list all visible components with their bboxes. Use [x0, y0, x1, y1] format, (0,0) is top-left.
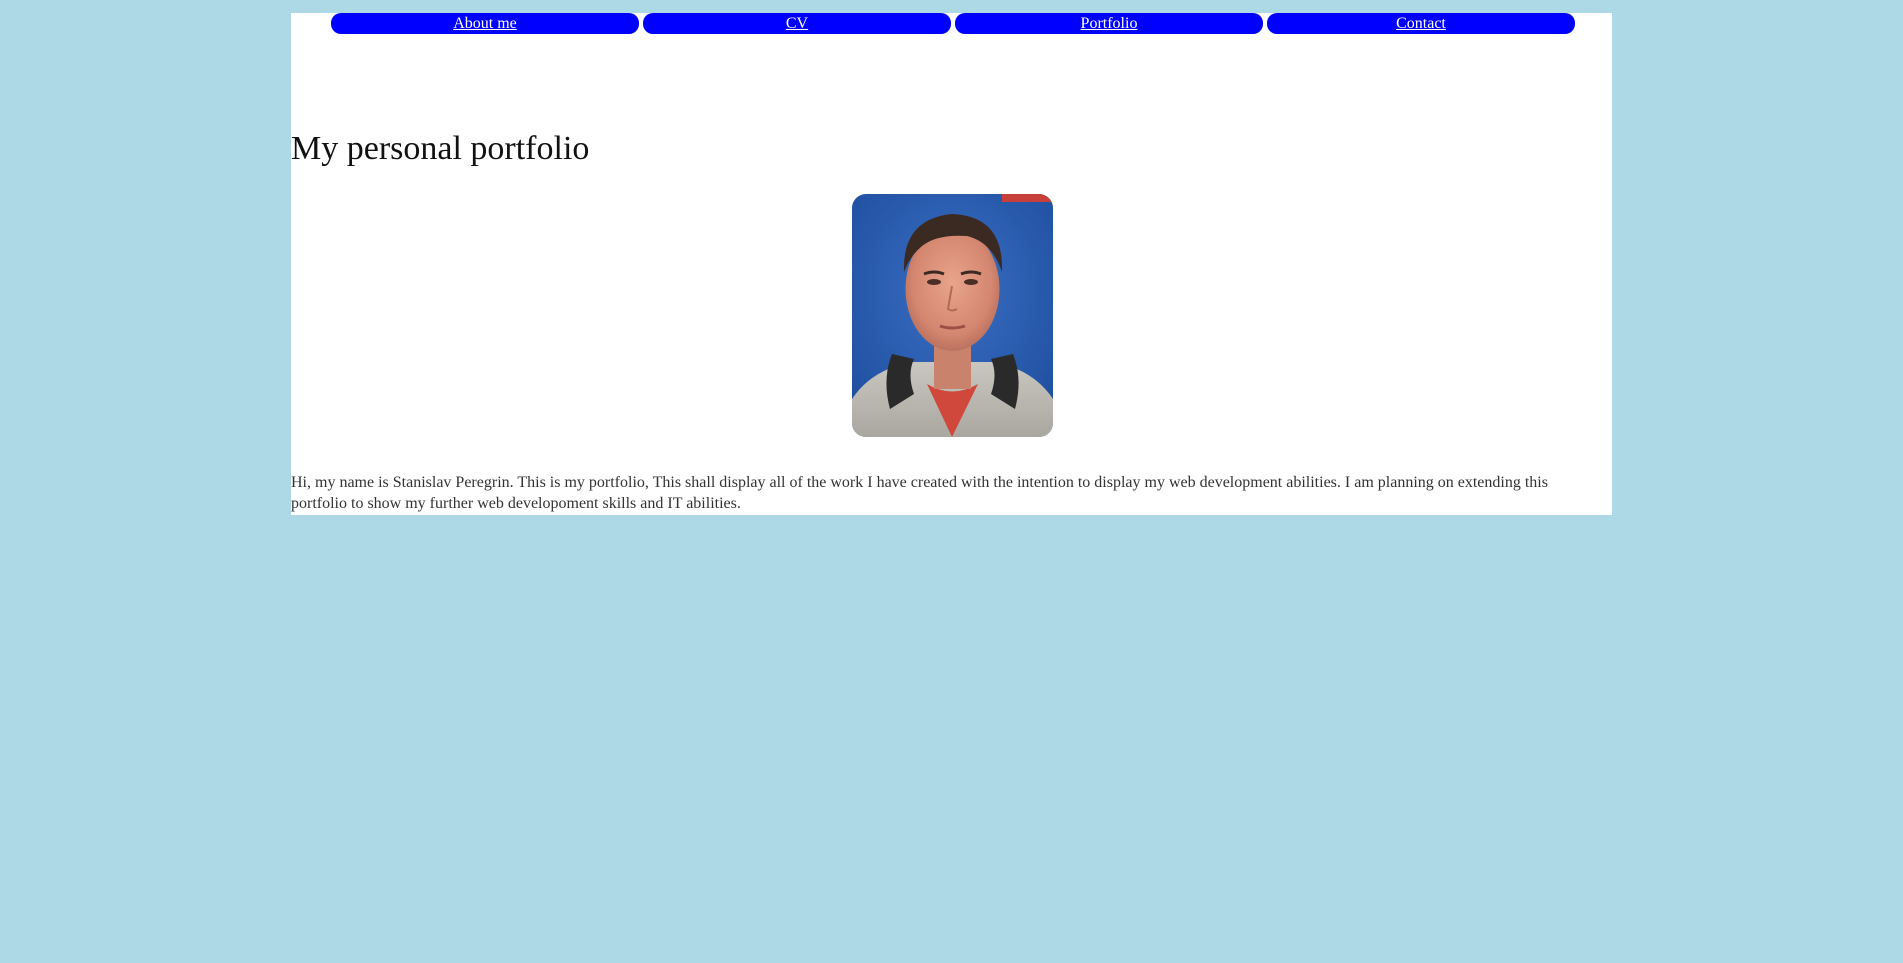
nav-item-portfolio[interactable]: Portfolio — [955, 13, 1263, 34]
nav-link-about-me[interactable]: About me — [453, 13, 517, 34]
nav-link-portfolio[interactable]: Portfolio — [1081, 13, 1138, 34]
nav-item-about-me[interactable]: About me — [331, 13, 639, 34]
content-container: About me CV Portfolio Contact My persona… — [291, 13, 1612, 515]
profile-photo-image — [852, 194, 1053, 437]
intro-paragraph: Hi, my name is Stanislav Peregrin. This … — [291, 474, 1548, 512]
nav-link-contact[interactable]: Contact — [1396, 13, 1446, 34]
nav-link-cv[interactable]: CV — [786, 13, 808, 34]
main-nav: About me CV Portfolio Contact — [331, 13, 1575, 34]
nav-item-cv[interactable]: CV — [643, 13, 951, 34]
profile-photo — [852, 194, 1053, 437]
page-title: My personal portfolio — [291, 130, 590, 167]
nav-item-contact[interactable]: Contact — [1267, 13, 1575, 34]
